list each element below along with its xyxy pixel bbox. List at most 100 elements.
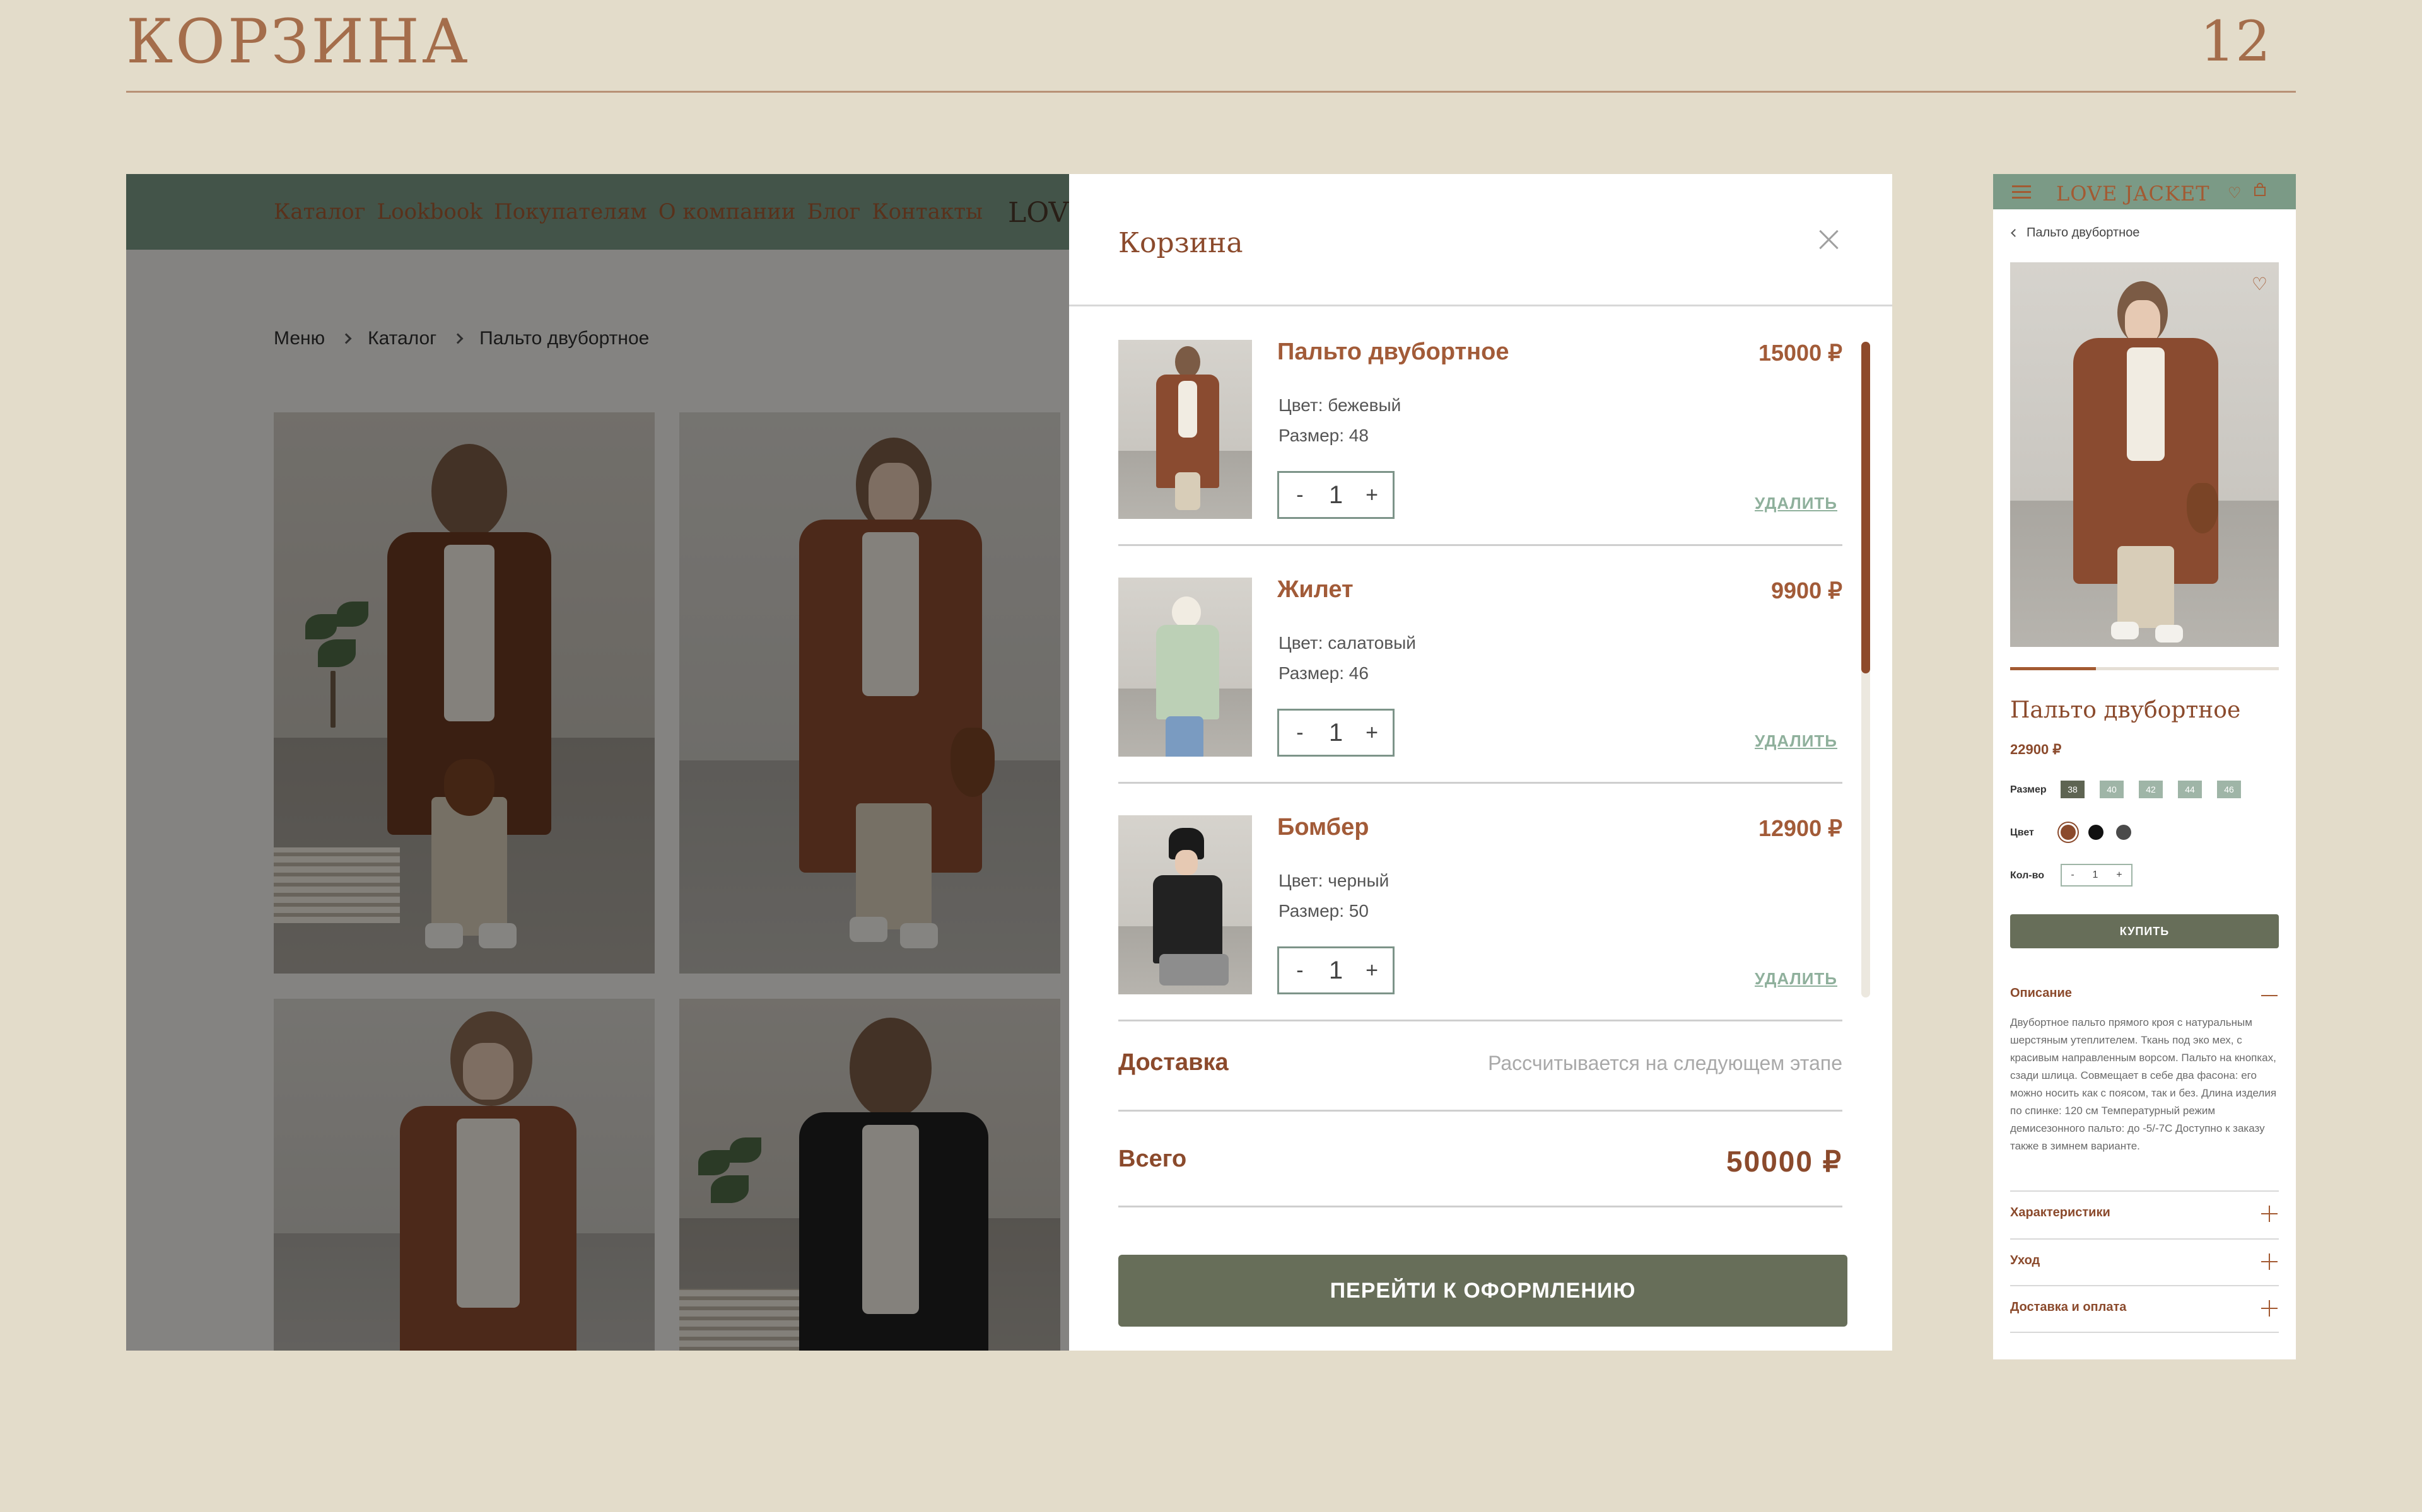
header-divider <box>126 91 2296 93</box>
plus-icon[interactable] <box>2261 1300 2278 1317</box>
remove-item-link[interactable]: УДАЛИТЬ <box>1755 731 1837 751</box>
delivery-label: Доставка <box>1118 1049 1229 1076</box>
decrease-button[interactable]: - <box>1287 483 1313 508</box>
quantity-stepper: - 1 + <box>1277 709 1395 757</box>
size-option[interactable]: 38 <box>2061 781 2085 798</box>
back-link[interactable]: Пальто двубортное <box>2011 226 2140 240</box>
cart-item: Пальто двубортное 15000 ₽ Цвет: бежевый … <box>1118 308 1842 546</box>
product-page-background: Каталог Lookbook Покупателям О компании … <box>126 174 1069 1351</box>
accordion-description: Описание Двубортное пальто прямого кроя … <box>2010 981 2279 1192</box>
mobile-mockup: LOVE JACKET ♡ Пальто двубортное ♡ Пальто… <box>1993 174 2296 1359</box>
quantity-value: 1 <box>1328 956 1343 984</box>
model-figure <box>1150 346 1226 516</box>
slide-number: 12 <box>2200 9 2271 74</box>
quantity-value: 1 <box>1328 718 1343 747</box>
total-label: Всего <box>1118 1146 1187 1172</box>
model-figure <box>1144 828 1238 994</box>
scrollbar-thumb[interactable] <box>1861 342 1870 673</box>
accordion-title[interactable]: Доставка и оплата <box>2010 1300 2126 1315</box>
color-swatch[interactable] <box>2061 825 2076 840</box>
size-option[interactable]: 40 <box>2100 781 2124 798</box>
chevron-left-icon <box>2011 229 2019 237</box>
buy-button[interactable]: КУПИТЬ <box>2010 914 2279 948</box>
quantity-stepper: - 1 + <box>1277 471 1395 519</box>
product-price: 22900 ₽ <box>2010 741 2062 757</box>
decrease-button[interactable]: - <box>2071 869 2074 881</box>
plus-icon[interactable] <box>2261 1253 2278 1270</box>
increase-button[interactable]: + <box>1359 721 1384 745</box>
model-figure <box>1144 590 1232 757</box>
plus-icon[interactable] <box>2261 1206 2278 1222</box>
accordion-title[interactable]: Уход <box>2010 1253 2040 1268</box>
quantity-value: 1 <box>1328 480 1343 509</box>
desktop-mockup: Каталог Lookbook Покупателям О компании … <box>126 174 1892 1351</box>
product-title: Пальто двубортное <box>2010 697 2241 723</box>
cart-header: Корзина <box>1069 174 1892 306</box>
color-swatch[interactable] <box>2088 825 2103 840</box>
accordion-title[interactable]: Описание <box>2010 986 2072 1001</box>
shopping-bag-icon[interactable] <box>2253 183 2267 201</box>
checkout-button[interactable]: ПЕРЕЙТИ К ОФОРМЛЕНИЮ <box>1118 1255 1847 1327</box>
accordion-characteristics[interactable]: Характеристики <box>2010 1192 2279 1240</box>
cart-item-image[interactable] <box>1118 340 1252 519</box>
cart-item: Жилет 9900 ₽ Цвет: салатовый Размер: 46 … <box>1118 546 1842 784</box>
slide-title: КОРЗИНА <box>126 6 471 77</box>
cart-item-color: Цвет: черный <box>1278 871 1389 890</box>
decrease-button[interactable]: - <box>1287 721 1313 745</box>
heart-icon[interactable]: ♡ <box>2228 184 2242 202</box>
quantity-label: Кол-во <box>2010 870 2045 881</box>
mobile-header: LOVE JACKET ♡ <box>1993 174 2296 209</box>
gallery-progress-fill <box>2010 667 2097 670</box>
cart-drawer: Корзина Пальто двубортное 15000 ₽ Цвет: … <box>1069 174 1892 1351</box>
quantity-stepper: - 1 + <box>2061 864 2132 887</box>
remove-item-link[interactable]: УДАЛИТЬ <box>1755 494 1837 513</box>
mobile-product-photo[interactable]: ♡ <box>2010 262 2279 647</box>
delivery-note: Рассчитывается на следующем этапе <box>1488 1052 1842 1074</box>
quantity-value: 1 <box>2092 869 2098 880</box>
description-text: Двубортное пальто прямого кроя с натурал… <box>2010 1016 2277 1152</box>
cart-item-name[interactable]: Бомбер <box>1277 814 1369 841</box>
cart-item-name[interactable]: Пальто двубортное <box>1277 339 1509 366</box>
cart-item: Бомбер 12900 ₽ Цвет: черный Размер: 50 -… <box>1118 784 1842 1021</box>
size-option[interactable]: 46 <box>2217 781 2241 798</box>
color-swatch[interactable] <box>2116 825 2131 840</box>
cart-item-color: Цвет: салатовый <box>1278 633 1416 653</box>
cart-title: Корзина <box>1118 227 1243 259</box>
size-option[interactable]: 42 <box>2139 781 2163 798</box>
increase-button[interactable]: + <box>1359 483 1384 508</box>
cart-item-name[interactable]: Жилет <box>1277 576 1354 603</box>
accordion-title[interactable]: Характеристики <box>2010 1206 2110 1220</box>
color-selector <box>2061 825 2131 840</box>
color-label: Цвет <box>2010 827 2034 838</box>
gallery-progress <box>2010 667 2279 670</box>
accordion-delivery[interactable]: Доставка и оплата <box>2010 1286 2279 1333</box>
cart-item-price: 9900 ₽ <box>1771 578 1842 603</box>
back-link-label: Пальто двубортное <box>2027 226 2140 240</box>
increase-button[interactable]: + <box>2116 869 2122 881</box>
accordion-care[interactable]: Уход <box>2010 1240 2279 1286</box>
cart-item-size: Размер: 50 <box>1278 901 1369 921</box>
cart-item-image[interactable] <box>1118 815 1252 994</box>
decrease-button[interactable]: - <box>1287 958 1313 983</box>
cart-item-color: Цвет: бежевый <box>1278 395 1401 415</box>
cart-item-price: 15000 ₽ <box>1758 340 1842 366</box>
close-icon[interactable] <box>1816 227 1842 252</box>
modal-backdrop[interactable] <box>126 174 1069 1351</box>
remove-item-link[interactable]: УДАЛИТЬ <box>1755 969 1837 989</box>
favorite-heart-icon[interactable]: ♡ <box>2252 274 2267 294</box>
cart-item-image[interactable] <box>1118 578 1252 757</box>
delivery-row: Доставка Рассчитывается на следующем эта… <box>1118 1021 1842 1112</box>
size-label: Размер <box>2010 784 2047 795</box>
mobile-logo[interactable]: LOVE JACKET <box>2056 182 2210 206</box>
increase-button[interactable]: + <box>1359 958 1384 983</box>
cart-item-size: Размер: 46 <box>1278 663 1369 683</box>
total-value: 50000 ₽ <box>1726 1145 1842 1178</box>
cart-item-price: 12900 ₽ <box>1758 815 1842 841</box>
total-row: Всего 50000 ₽ <box>1118 1112 1842 1207</box>
size-selector: 38 40 42 44 46 <box>2061 781 2241 798</box>
cart-scrollbar[interactable] <box>1861 342 1870 997</box>
model-figure <box>2067 275 2231 647</box>
menu-icon[interactable] <box>2012 185 2031 199</box>
size-option[interactable]: 44 <box>2178 781 2202 798</box>
minus-icon[interactable] <box>2261 987 2278 1004</box>
